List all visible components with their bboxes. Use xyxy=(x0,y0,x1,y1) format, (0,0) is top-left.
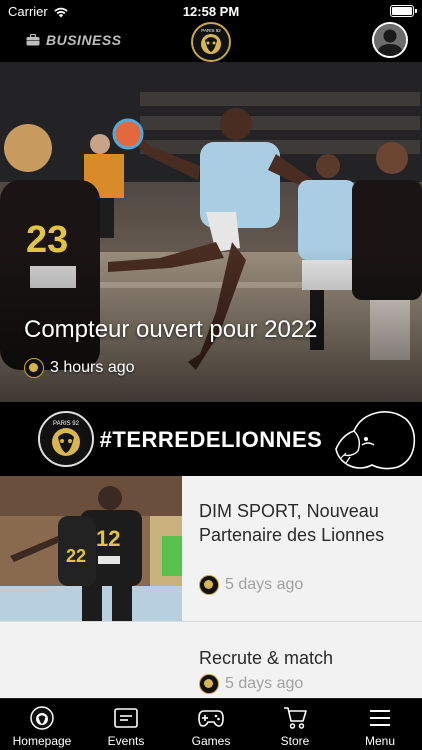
tab-label: Store xyxy=(280,734,310,748)
news-title: Recrute & match xyxy=(199,648,334,668)
club-logo-text: PARIS 92 xyxy=(201,28,221,33)
tab-games[interactable]: Games xyxy=(169,705,253,748)
club-logo-icon: PARIS 92 xyxy=(194,25,228,59)
status-bar: Carrier 12:58 PM xyxy=(0,0,422,22)
hero-time-ago: 3 hours ago xyxy=(50,359,135,376)
news-thumbnail: 12 22 xyxy=(0,476,182,621)
hashtag-banner[interactable]: PARIS 92 #TERREDELIONNES xyxy=(0,403,422,476)
news-item[interactable]: Recrute & match 5 days ago xyxy=(0,622,422,698)
business-label: BUSINESS xyxy=(46,32,122,48)
news-list: 12 22 DIM SPORT, Nouveau Partenaire des … xyxy=(0,476,422,698)
news-thumbnail-image: 12 22 xyxy=(0,476,182,621)
hero-article[interactable]: 23 Compteur ouvert pour 2022 3 hours ago xyxy=(0,62,422,402)
club-mini-icon xyxy=(199,575,219,595)
user-avatar[interactable] xyxy=(372,22,408,58)
menu-icon xyxy=(370,710,390,726)
top-nav: BUSINESS PARIS 92 xyxy=(0,22,422,62)
club-mini-icon xyxy=(24,358,44,378)
panther-icon xyxy=(335,411,416,470)
briefcase-icon xyxy=(26,34,40,46)
news-time-ago: 5 days ago xyxy=(225,675,304,692)
tab-store[interactable]: Store xyxy=(253,705,337,748)
tab-homepage[interactable]: Homepage xyxy=(0,705,84,748)
news-item[interactable]: 12 22 DIM SPORT, Nouveau Partenaire des … xyxy=(0,476,422,622)
business-link[interactable]: BUSINESS xyxy=(26,32,122,48)
user-avatar-icon xyxy=(374,24,406,56)
club-mini-icon xyxy=(199,674,219,694)
club-logo[interactable]: PARIS 92 xyxy=(191,22,231,62)
tab-events[interactable]: Events xyxy=(84,705,168,748)
tab-label: Menu xyxy=(364,734,396,748)
news-title: DIM SPORT, Nouveau Partenaire des Lionne… xyxy=(199,501,385,545)
tab-label: Games xyxy=(191,734,231,748)
tab-label: Events xyxy=(107,734,145,748)
cart-icon xyxy=(284,707,307,729)
gamepad-icon xyxy=(198,710,224,727)
home-logo-icon xyxy=(30,706,54,730)
battery-icon xyxy=(390,5,417,17)
news-time-ago: 5 days ago xyxy=(225,576,304,593)
news-meta: 5 days ago xyxy=(199,674,303,694)
tab-bar: Homepage Events Games Store Menu xyxy=(0,698,422,750)
status-time: 12:58 PM xyxy=(182,4,240,19)
svg-text:22: 22 xyxy=(66,546,86,566)
events-icon xyxy=(114,708,138,728)
tab-label: Homepage xyxy=(12,734,72,748)
hero-title: Compteur ouvert pour 2022 xyxy=(24,316,318,343)
hero-meta: 3 hours ago xyxy=(24,358,135,378)
tab-menu[interactable]: Menu xyxy=(338,705,422,748)
news-meta: 5 days ago xyxy=(199,575,303,595)
svg-text:12: 12 xyxy=(96,526,120,551)
hero-image: 23 xyxy=(0,62,422,402)
